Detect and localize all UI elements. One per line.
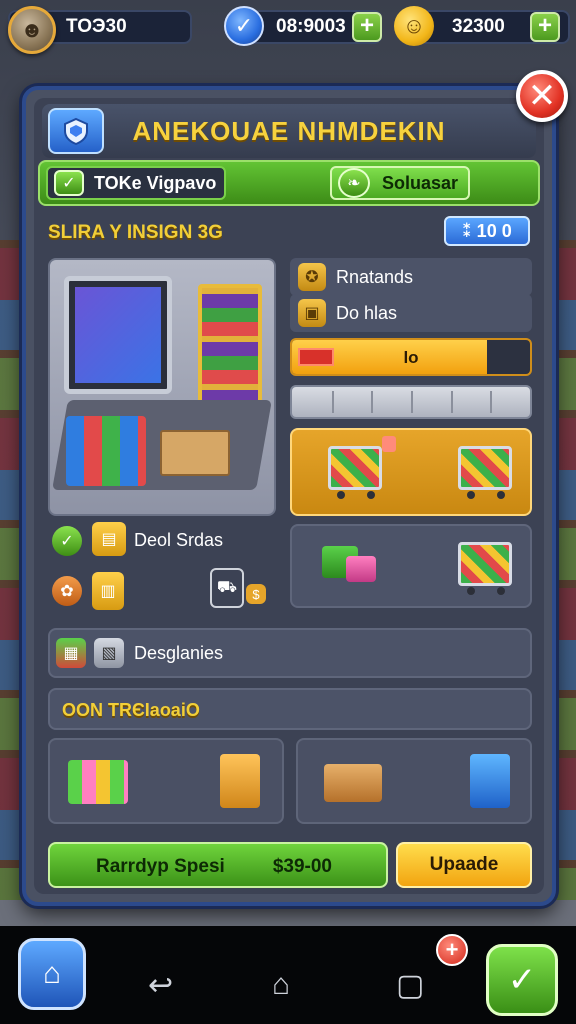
coin-smile-icon: ☺ (394, 6, 434, 46)
home-icon[interactable]: ⌂ (272, 968, 290, 1002)
tab-second-label: Soluasar (382, 172, 459, 193)
gems-value: 08:9003 (276, 16, 346, 37)
progress-label: lo (403, 348, 419, 367)
special-buy-label: Rarrdyp Spesi (96, 856, 225, 877)
section-heading: SLIRA Y INSIGN 3G (48, 222, 223, 243)
check-icon: ✓ (507, 961, 537, 999)
orange-box-icon (220, 754, 260, 808)
add-coins-button[interactable]: + (530, 12, 560, 42)
stat-row-2-label: Do hlas (336, 302, 398, 323)
produce-icon: ▦ (56, 638, 86, 668)
special-buy-button[interactable]: Rarrdyp Spesi $39-00 (48, 842, 388, 888)
cart-tag-icon (382, 436, 396, 452)
gray-box-icon: ▧ (94, 638, 124, 668)
plus-icon: + (445, 937, 459, 962)
coin-small-icon: $ (246, 584, 266, 604)
segment-divider (331, 391, 334, 413)
stat-row-1: ✪ Rnatands (290, 258, 532, 296)
badge-icon: ✪ (298, 263, 326, 291)
recent-apps-icon[interactable]: ▢ (396, 968, 424, 1003)
cart-card[interactable] (290, 428, 532, 516)
home-shield-button[interactable]: ⌂ (18, 938, 86, 1010)
subsection-heading: OON TRЄIaoaiO (62, 700, 200, 720)
close-icon: ✕ (527, 77, 557, 115)
close-button[interactable]: ✕ (516, 70, 568, 122)
top-hud: TOЭ30 ☻ 08:9003 ✓ + 32300 ☺ + (6, 6, 570, 54)
colorful-cubes-icon (68, 760, 128, 804)
segment-divider (411, 391, 413, 413)
tab-bar: ✓ TOKe Vigpavo ❧ Soluasar (38, 160, 540, 206)
shopping-cart-icon (458, 446, 512, 499)
plant-pot-icon: ✿ (52, 576, 82, 606)
segment-divider (371, 391, 374, 413)
segment-divider (490, 391, 493, 413)
segment-divider (450, 391, 453, 413)
items-row-2-label: Desglanies (134, 643, 224, 663)
subsection-bar: OON TRЄIaoaiO (48, 688, 532, 730)
player-avatar[interactable]: ☻ (8, 6, 56, 54)
progress-bar: lo (290, 338, 532, 376)
crate-icon: ▣ (298, 299, 326, 327)
block-card-right[interactable] (296, 738, 532, 824)
product-boxes-illustration (66, 416, 146, 486)
add-button[interactable]: + (436, 934, 468, 966)
produce-crate-icon (324, 764, 382, 802)
panel-inner: ANEKOUAE NHMDEKIN ✕ ✓ TOKe Vigpavo ❧ Sol… (34, 70, 568, 894)
upgrade-button[interactable]: Upaade (396, 842, 532, 888)
segment-bar (290, 385, 532, 419)
upgrade-label: Upaade (429, 854, 499, 875)
blue-box-icon (470, 754, 510, 808)
stat-row-1-label: Rnatands (336, 266, 414, 287)
shield-icon[interactable] (48, 108, 104, 154)
panel-title: ANEKOUAE NHMDEKIN (132, 115, 446, 146)
check-shield-icon: ✓ (54, 170, 84, 196)
cart-small-icon: ⛟ (210, 568, 244, 608)
items-row-1-label: Deol Srdas (134, 530, 224, 550)
shopping-cart-icon (328, 446, 382, 499)
store-panel: ANEKOUAE NHMDEKIN ✕ ✓ TOKe Vigpavo ❧ Sol… (22, 70, 568, 906)
tab-first[interactable]: ✓ TOKe Vigpavo (46, 166, 226, 200)
add-gems-button[interactable]: + (352, 12, 382, 42)
special-buy-price: $39-00 (272, 856, 332, 877)
home-shield-icon: ⌂ (42, 957, 62, 990)
back-icon[interactable]: ↩ (148, 968, 173, 1003)
count-badge[interactable]: ⁑ 10 0 (444, 216, 530, 246)
bottom-nav: ⌂ ↩ ⌂ ▢ + ✓ (0, 926, 576, 1024)
block-card-left[interactable] (48, 738, 284, 824)
stat-row-2: ▣ Do hlas (290, 294, 532, 332)
confirm-button[interactable]: ✓ (486, 944, 558, 1016)
player-value: TOЭ30 (66, 16, 127, 37)
monitor-illustration (64, 276, 172, 394)
tab-second[interactable]: ❧ Soluasar (330, 166, 470, 200)
coins-value: 32300 (452, 16, 505, 37)
package-icon: ▥ (92, 572, 124, 610)
leaf-icon: ❧ (338, 168, 370, 198)
box-icon: ▤ (92, 522, 126, 556)
items-row-2[interactable]: ▦ ▧ Desglanies (48, 628, 532, 678)
shield-check-icon: ✓ (52, 526, 82, 556)
crates-illustration (160, 430, 230, 476)
goods-card[interactable] (290, 524, 532, 608)
shopping-cart-icon (458, 542, 512, 595)
title-bar: ANEKOUAE NHMDEKIN (42, 104, 536, 158)
gem-check-icon: ✓ (224, 6, 264, 46)
pink-goods-icon (346, 556, 376, 582)
store-scene-image (48, 258, 276, 516)
tab-first-label: TOKe Vigpavo (94, 172, 217, 193)
shield-glyph-icon (64, 117, 88, 146)
